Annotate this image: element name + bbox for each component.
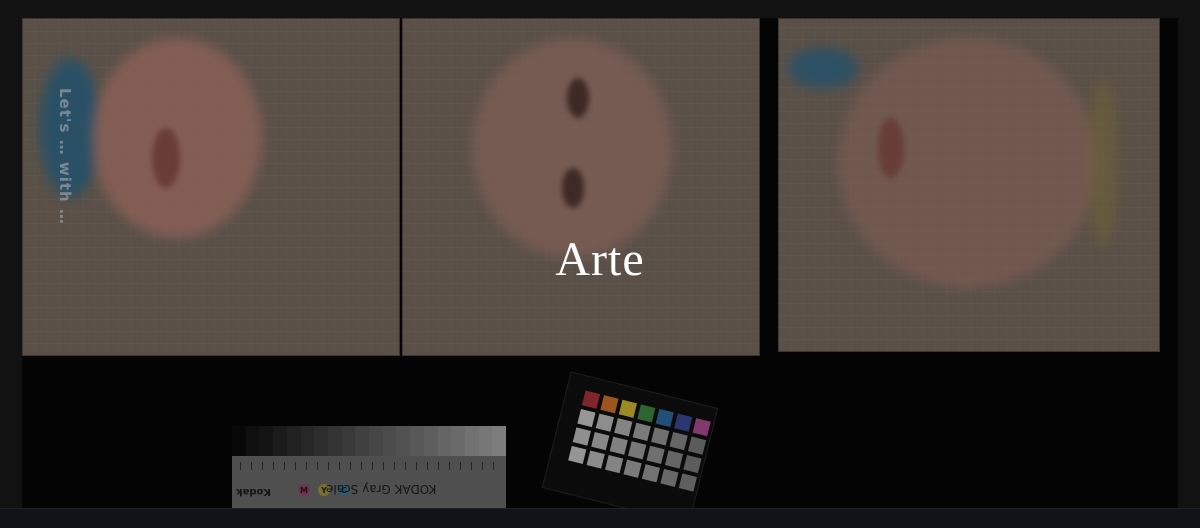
bottom-strip xyxy=(0,508,1200,528)
hero-dim-overlay xyxy=(22,18,1178,508)
hero-image: Let's … with … M Y C KODAK Gray Scale Ko… xyxy=(22,18,1178,508)
